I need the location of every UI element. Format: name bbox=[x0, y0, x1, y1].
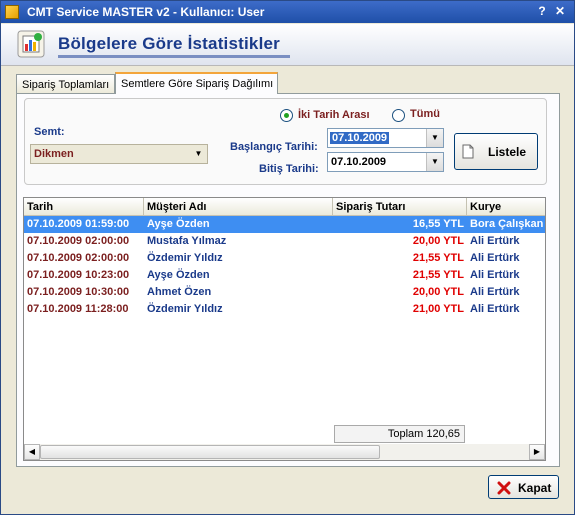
semt-select[interactable]: Dikmen ▼ bbox=[30, 144, 208, 164]
window-title: CMT Service MASTER v2 - Kullanıcı: User bbox=[27, 5, 265, 19]
scroll-right-icon[interactable]: ▶ bbox=[529, 444, 545, 460]
orders-table[interactable]: Tarih Müşteri Adı Sipariş Tutarı Kurye 0… bbox=[23, 197, 546, 461]
list-button[interactable]: Listele bbox=[454, 133, 538, 170]
col-musteri[interactable]: Müşteri Adı bbox=[144, 198, 333, 216]
radio-tumu[interactable] bbox=[392, 109, 405, 122]
app-icon bbox=[5, 5, 19, 19]
document-icon bbox=[462, 144, 474, 159]
cell-courier: Bora Çalışkan bbox=[470, 218, 544, 230]
table-row[interactable]: 07.10.2009 11:28:00 Özdemir Yıldız 21,00… bbox=[24, 301, 545, 318]
cell-date: 07.10.2009 10:23:00 bbox=[27, 269, 130, 281]
main-window: CMT Service MASTER v2 - Kullanıcı: User … bbox=[0, 0, 575, 515]
cell-courier: Ali Ertürk bbox=[470, 252, 520, 264]
tab-siparis-toplamlari[interactable]: Sipariş Toplamları bbox=[16, 74, 115, 94]
horizontal-scrollbar[interactable]: ◀ ▶ bbox=[24, 444, 545, 460]
cell-courier: Ali Ertürk bbox=[470, 303, 520, 315]
radio-tumu-label[interactable]: Tümü bbox=[410, 108, 440, 120]
start-date-value[interactable]: 07.10.2009 bbox=[330, 132, 390, 144]
cell-courier: Ali Ertürk bbox=[470, 235, 520, 247]
semt-value: Dikmen bbox=[34, 148, 74, 160]
start-date-picker[interactable]: 07.10.2009 ▼ bbox=[327, 128, 444, 148]
list-button-label: Listele bbox=[488, 145, 527, 159]
table-header: Tarih Müşteri Adı Sipariş Tutarı Kurye bbox=[24, 198, 545, 216]
cell-amount: 21,00 YTL bbox=[412, 303, 464, 315]
title-bar[interactable]: CMT Service MASTER v2 - Kullanıcı: User … bbox=[1, 1, 574, 23]
start-date-label: Başlangıç Tarihi: bbox=[230, 141, 318, 153]
table-row[interactable]: 07.10.2009 10:30:00 Ahmet Özen 20,00 YTL… bbox=[24, 284, 545, 301]
cell-amount: 20,00 YTL bbox=[412, 235, 464, 247]
cell-date: 07.10.2009 10:30:00 bbox=[27, 286, 130, 298]
red-x-icon bbox=[497, 481, 511, 495]
col-tutar[interactable]: Sipariş Tutarı bbox=[333, 198, 467, 216]
table-row[interactable]: 07.10.2009 01:59:00 Ayşe Özden 16,55 YTL… bbox=[24, 216, 545, 233]
chevron-down-icon[interactable]: ▼ bbox=[426, 153, 443, 171]
cell-amount: 16,55 YTL bbox=[412, 218, 464, 230]
cell-customer: Özdemir Yıldız bbox=[147, 303, 223, 315]
end-date-picker[interactable]: 07.10.2009 ▼ bbox=[327, 152, 444, 172]
cell-date: 07.10.2009 02:00:00 bbox=[27, 235, 130, 247]
chevron-down-icon[interactable]: ▼ bbox=[426, 129, 443, 147]
table-row[interactable]: 07.10.2009 10:23:00 Ayşe Özden 21,55 YTL… bbox=[24, 267, 545, 284]
tab-panel: Semt: Dikmen ▼ İki Tarih Arası Tümü Başl… bbox=[16, 93, 560, 467]
cell-date: 07.10.2009 01:59:00 bbox=[27, 218, 130, 230]
page-title: Bölgelere Göre İstatistikler bbox=[58, 34, 280, 53]
scroll-thumb[interactable] bbox=[40, 445, 380, 459]
kapat-button[interactable]: Kapat bbox=[488, 475, 559, 499]
cell-date: 07.10.2009 11:28:00 bbox=[27, 303, 129, 315]
cell-customer: Ahmet Özen bbox=[147, 286, 212, 298]
end-date-label: Bitiş Tarihi: bbox=[259, 163, 319, 175]
cell-courier: Ali Ertürk bbox=[470, 286, 520, 298]
end-date-value[interactable]: 07.10.2009 bbox=[331, 156, 386, 168]
semt-label: Semt: bbox=[34, 126, 65, 138]
cell-customer: Mustafa Yılmaz bbox=[147, 235, 227, 247]
tab-semt-dagilimi[interactable]: Semtlere Göre Sipariş Dağılımı bbox=[115, 72, 278, 94]
kapat-button-label: Kapat bbox=[518, 481, 552, 495]
total-summary: Toplam 120,65 bbox=[334, 425, 465, 443]
cell-amount: 21,55 YTL bbox=[412, 269, 464, 281]
scroll-left-icon[interactable]: ◀ bbox=[24, 444, 40, 460]
col-kurye[interactable]: Kurye bbox=[467, 198, 545, 216]
radio-iki-tarih-label[interactable]: İki Tarih Arası bbox=[298, 109, 370, 121]
table-row[interactable]: 07.10.2009 02:00:00 Mustafa Yılmaz 20,00… bbox=[24, 233, 545, 250]
cell-customer: Ayşe Özden bbox=[147, 269, 210, 281]
filter-group: Semt: Dikmen ▼ İki Tarih Arası Tümü Başl… bbox=[24, 98, 547, 185]
statistics-chart-icon bbox=[17, 30, 45, 58]
close-window-button[interactable]: ✕ bbox=[554, 4, 566, 18]
cell-customer: Özdemir Yıldız bbox=[147, 252, 223, 264]
table-row[interactable]: 07.10.2009 02:00:00 Özdemir Yıldız 21,55… bbox=[24, 250, 545, 267]
cell-amount: 20,00 YTL bbox=[412, 286, 464, 298]
chevron-down-icon[interactable]: ▼ bbox=[190, 145, 207, 163]
cell-date: 07.10.2009 02:00:00 bbox=[27, 252, 130, 264]
cell-courier: Ali Ertürk bbox=[470, 269, 520, 281]
title-underline bbox=[58, 55, 290, 58]
radio-iki-tarih[interactable] bbox=[280, 109, 293, 122]
help-button[interactable]: ? bbox=[536, 4, 548, 18]
page-header: Bölgelere Göre İstatistikler bbox=[1, 24, 574, 66]
col-tarih[interactable]: Tarih bbox=[24, 198, 144, 216]
cell-customer: Ayşe Özden bbox=[147, 218, 210, 230]
cell-amount: 21,55 YTL bbox=[412, 252, 464, 264]
